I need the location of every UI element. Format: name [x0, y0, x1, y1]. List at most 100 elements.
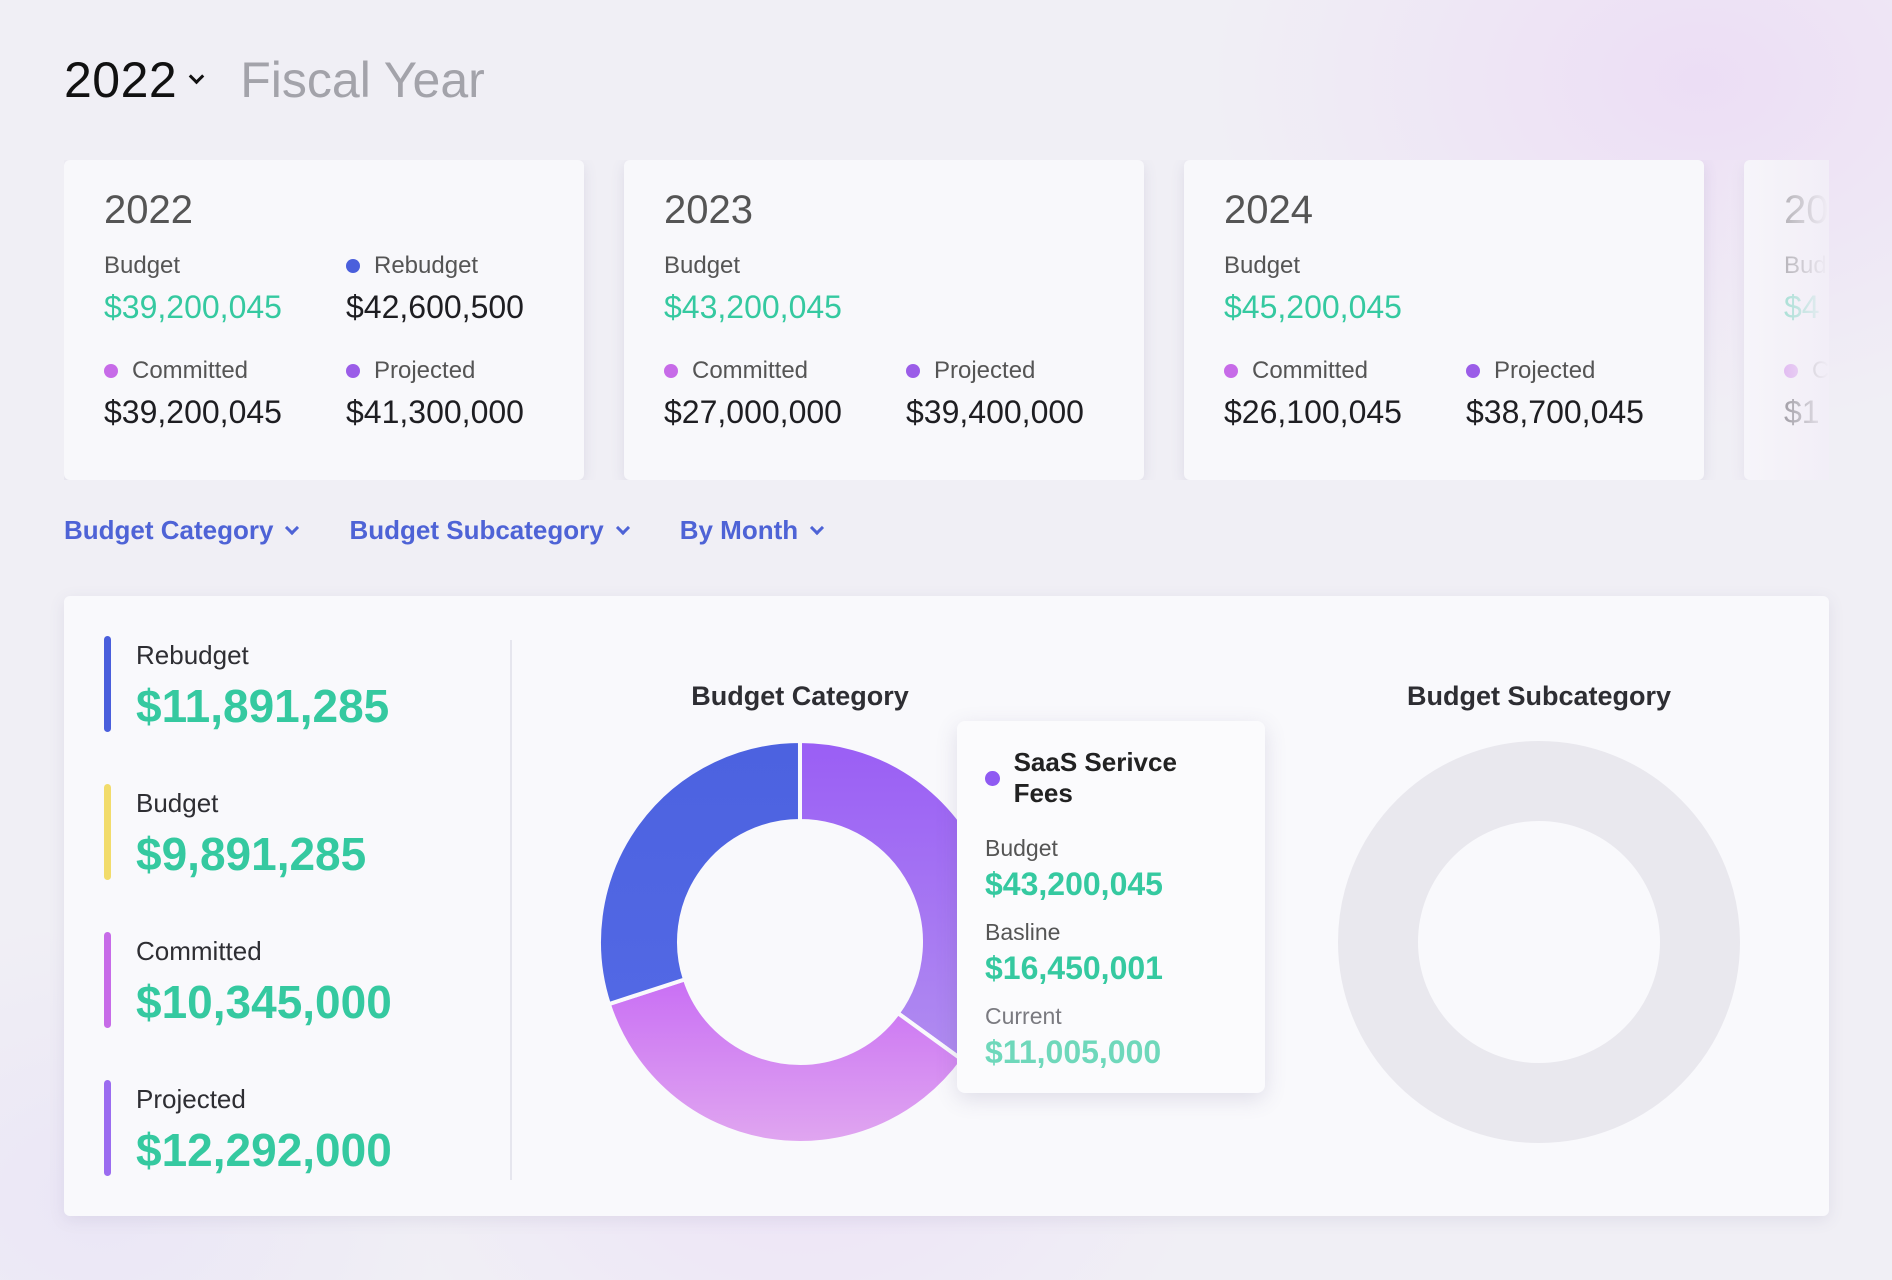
filter-by-month[interactable]: By Month	[679, 515, 825, 546]
card-metric: Committed $39,200,045	[104, 356, 346, 431]
chevron-down-icon	[188, 68, 205, 84]
metric-label: Budget	[104, 252, 181, 279]
donut-slice[interactable]	[1338, 741, 1740, 1143]
card-year: 20	[1784, 188, 1829, 232]
metric-value: $41,300,000	[346, 394, 524, 430]
tooltip-title-text: SaaS Serivce Fees	[1013, 747, 1177, 808]
metric-label: C	[1812, 357, 1829, 384]
chevron-down-icon	[810, 520, 825, 535]
filter-budget-subcategory[interactable]: Budget Subcategory	[349, 515, 630, 546]
category-chart-title: Budget Category	[691, 681, 909, 711]
summary-value: $10,345,000	[136, 976, 392, 1028]
tooltip-title: SaaS Serivce Fees	[985, 747, 1237, 809]
card-metric: Projected $38,700,045	[1466, 356, 1686, 431]
metric-label: Rebudget	[374, 252, 479, 279]
card-metric: Projected $39,400,000	[906, 356, 1126, 431]
metric-label-row: Budget	[104, 251, 346, 281]
tooltip-row-budget: Budget $43,200,045	[985, 835, 1237, 903]
legend-dot-icon	[906, 364, 920, 378]
filter-label: Budget Category	[64, 515, 274, 545]
summary-list: Rebudget $11,891,285 Budget $9,891,285 C…	[104, 636, 504, 1228]
summary-projected: Projected $12,292,000	[104, 1080, 504, 1176]
tooltip-label: Basline	[985, 919, 1061, 945]
chart-tooltip: SaaS Serivce Fees Budget $43,200,045 Bas…	[957, 721, 1265, 1093]
metric-label: Projected	[374, 357, 476, 384]
chevron-down-icon	[615, 520, 630, 535]
legend-dot-icon	[1224, 364, 1238, 378]
card-year: 2023	[664, 188, 753, 232]
metric-value: $42,600,500	[346, 289, 524, 325]
card-metric	[1466, 251, 1686, 326]
metric-value: $39,200,045	[104, 289, 282, 325]
year-card-0[interactable]: 2022 Budget $39,200,045 Rebudget $42,600,500…	[64, 160, 584, 480]
legend-dot-icon	[346, 364, 360, 378]
card-metric	[906, 251, 1126, 326]
metric-label-row: C	[1784, 356, 1829, 386]
legend-dot-icon	[985, 770, 1000, 786]
metric-value: $45,200,045	[1224, 289, 1402, 325]
metric-label-row: Committed	[1224, 356, 1466, 386]
year-card-2[interactable]: 2024 Budget $45,200,045 Committed $26,100,04…	[1184, 160, 1704, 480]
legend-dot-icon	[1784, 364, 1798, 378]
metric-label-row: Budget	[1224, 251, 1466, 281]
metric-label: Projected	[934, 357, 1036, 384]
metric-value: $38,700,045	[1466, 394, 1644, 430]
legend-dot-icon	[104, 364, 118, 378]
metric-value: $39,400,000	[906, 394, 1084, 430]
summary-value: $9,891,285	[136, 828, 367, 880]
summary-committed: Committed $10,345,000	[104, 932, 504, 1028]
summary-color-bar	[104, 784, 111, 880]
tooltip-label: Current	[985, 1003, 1062, 1029]
filter-label: By Month	[679, 515, 799, 545]
year-card-3[interactable]: 20 Bud $4 C $1	[1744, 160, 1829, 480]
summary-color-bar	[104, 932, 111, 1028]
summary-value: $12,292,000	[136, 1124, 392, 1176]
page-title: Fiscal Year	[240, 52, 485, 108]
card-metric: Bud $4	[1784, 251, 1829, 326]
summary-rebudget: Rebudget $11,891,285	[104, 636, 504, 732]
legend-dot-icon	[1466, 364, 1480, 378]
card-metric: Committed $27,000,000	[664, 356, 906, 431]
metric-label: Committed	[692, 357, 809, 384]
metric-label-row: Budget	[664, 251, 906, 281]
metric-label: Bud	[1784, 252, 1827, 279]
tooltip-value: $11,005,000	[985, 1034, 1162, 1070]
metric-label-row: Committed	[104, 356, 346, 386]
year-card-1[interactable]: 2023 Budget $43,200,045 Committed $27,000,00…	[624, 160, 1144, 480]
budget-category-donut[interactable]	[598, 740, 1002, 1144]
year-cards-carousel[interactable]: 2022 Budget $39,200,045 Rebudget $42,600,500…	[64, 160, 1829, 480]
summary-label: Rebudget	[136, 640, 249, 670]
metric-value: $26,100,045	[1224, 394, 1402, 430]
metric-label: Committed	[1252, 357, 1369, 384]
fiscal-year-dropdown[interactable]: 2022	[64, 51, 205, 109]
page-header: 2022 Fiscal Year	[64, 48, 485, 112]
card-metric: Budget $39,200,045	[104, 251, 346, 326]
filter-budget-category[interactable]: Budget Category	[64, 515, 300, 546]
card-metric: Rebudget $42,600,500	[346, 251, 566, 326]
tooltip-value: $16,450,001	[985, 950, 1163, 986]
card-metric: Committed $26,100,045	[1224, 356, 1466, 431]
metric-label-row: Projected	[1466, 356, 1686, 386]
card-metric: Budget $43,200,045	[664, 251, 906, 326]
budget-subcategory-donut[interactable]	[1337, 740, 1741, 1144]
summary-color-bar	[104, 636, 111, 732]
metric-label: Budget	[1224, 252, 1301, 279]
filter-label: Budget Subcategory	[349, 515, 604, 545]
metric-label: Projected	[1494, 357, 1596, 384]
summary-label: Budget	[136, 788, 219, 818]
metric-value: $27,000,000	[664, 394, 842, 430]
metric-label-row: Bud	[1784, 251, 1829, 281]
tooltip-row-current: Current $11,005,000	[985, 1003, 1237, 1071]
subcategory-chart-title: Budget Subcategory	[1406, 681, 1672, 711]
card-metric: Projected $41,300,000	[346, 356, 566, 431]
tooltip-row-baseline: Basline $16,450,001	[985, 919, 1237, 987]
summary-label: Projected	[136, 1084, 246, 1114]
summary-value: $11,891,285	[136, 680, 390, 732]
metric-label-row: Rebudget	[346, 251, 566, 281]
legend-dot-icon	[346, 259, 360, 273]
donut-slice[interactable]	[598, 740, 802, 1007]
metric-value: $1	[1784, 394, 1820, 430]
summary-budget: Budget $9,891,285	[104, 784, 504, 880]
metric-label: Budget	[664, 252, 741, 279]
summary-label: Committed	[136, 936, 262, 966]
